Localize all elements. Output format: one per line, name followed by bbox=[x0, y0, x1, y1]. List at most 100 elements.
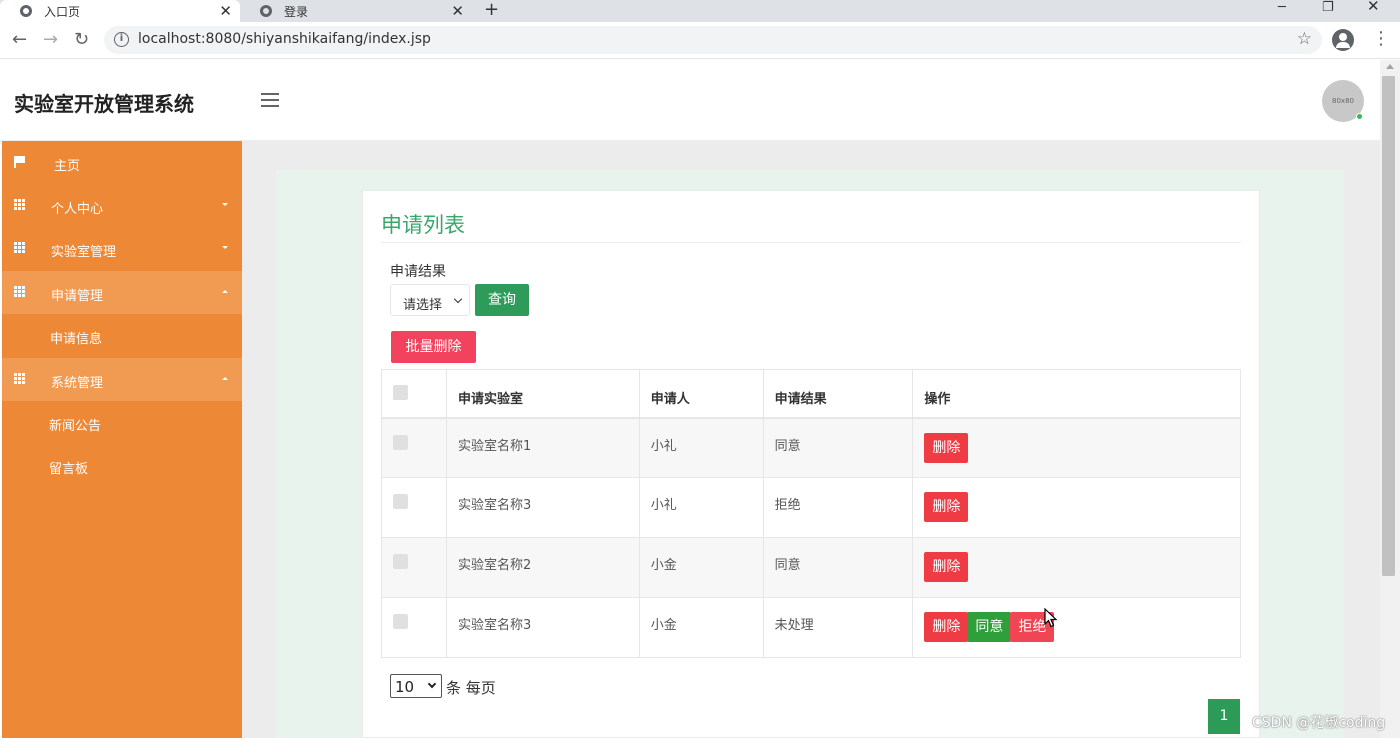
caret-up-icon bbox=[222, 290, 228, 293]
profile-icon[interactable] bbox=[1332, 29, 1354, 51]
mouse-cursor-icon bbox=[1044, 608, 1058, 628]
browser-tab-bar: 入口页 ✕ 登录 ✕ + ─ ❐ ✕ bbox=[0, 0, 1400, 22]
delete-button[interactable]: 删除 bbox=[924, 612, 969, 642]
caret-up-icon bbox=[222, 377, 228, 380]
table-row: 实验室名称3 小礼 拒绝 删除 bbox=[381, 477, 1241, 538]
browser-tab-title: 登录 bbox=[284, 4, 309, 19]
select-all-checkbox[interactable] bbox=[393, 385, 408, 400]
sidebar-item-label: 申请信息 bbox=[50, 332, 103, 347]
row-checkbox[interactable] bbox=[393, 494, 408, 509]
sidebar-subitem-application-info[interactable]: 申请信息 bbox=[2, 314, 242, 357]
app-header: 实验室开放管理系统 80x80 bbox=[0, 60, 1380, 141]
scroll-up-icon[interactable] bbox=[1386, 64, 1394, 69]
sidebar-item-label: 个人中心 bbox=[51, 202, 104, 217]
delete-button[interactable]: 删除 bbox=[924, 492, 969, 522]
table-row: 实验室名称2 小金 同意 删除 bbox=[381, 537, 1241, 598]
application-table: 申请实验室 申请人 申请结果 操作 实验室名称1 小礼 同意 删除 实验室名称3… bbox=[381, 369, 1241, 658]
chevron-down-icon bbox=[453, 294, 463, 304]
page-size-value: 10 bbox=[395, 678, 415, 696]
menu-toggle-icon[interactable] bbox=[261, 93, 279, 107]
new-tab-icon[interactable]: + bbox=[484, 0, 499, 20]
forward-icon[interactable]: → bbox=[43, 30, 58, 50]
result-select[interactable]: 请选择 bbox=[390, 284, 470, 316]
row-checkbox[interactable] bbox=[393, 614, 408, 629]
reload-icon[interactable]: ↻ bbox=[74, 30, 89, 50]
back-icon[interactable]: ← bbox=[12, 30, 27, 50]
sidebar-item-application-management[interactable]: 申请管理 bbox=[2, 271, 242, 314]
sidebar-subitem-message-board[interactable]: 留言板 bbox=[2, 444, 242, 487]
grid-icon bbox=[14, 286, 25, 297]
lab-cell: 实验室名称2 bbox=[445, 537, 640, 598]
sidebar-item-profile[interactable]: 个人中心 bbox=[2, 184, 242, 227]
browser-tab-login[interactable]: 登录 ✕ bbox=[240, 0, 472, 22]
scroll-thumb[interactable] bbox=[1382, 76, 1395, 576]
lab-cell: 实验室名称3 bbox=[445, 477, 640, 538]
avatar-placeholder-text: 80x80 bbox=[1332, 97, 1354, 105]
agree-button[interactable]: 同意 bbox=[967, 612, 1012, 642]
online-status-icon bbox=[1356, 113, 1363, 120]
window-close-icon[interactable]: ✕ bbox=[1367, 0, 1380, 14]
delete-button[interactable]: 删除 bbox=[924, 432, 969, 463]
applicant-cell: 小金 bbox=[638, 597, 764, 658]
filter-label: 申请结果 bbox=[390, 264, 446, 280]
star-icon[interactable]: ☆ bbox=[1297, 29, 1312, 49]
sidebar-subitem-news[interactable]: 新闻公告 bbox=[2, 401, 242, 444]
info-icon[interactable]: i bbox=[114, 32, 129, 47]
lab-cell: 实验室名称1 bbox=[445, 417, 640, 478]
table-row: 实验室名称1 小礼 同意 删除 bbox=[381, 417, 1241, 478]
avatar[interactable]: 80x80 bbox=[1322, 80, 1364, 122]
sidebar-item-label: 主页 bbox=[54, 159, 81, 174]
close-icon[interactable]: ✕ bbox=[451, 0, 464, 22]
query-button[interactable]: 查询 bbox=[475, 284, 529, 316]
table-header-row: 申请实验室 申请人 申请结果 操作 bbox=[381, 369, 1241, 419]
caret-down-icon bbox=[222, 203, 228, 206]
grid-icon bbox=[14, 242, 25, 253]
page-size-select[interactable]: 10 bbox=[390, 674, 442, 698]
select-all-cell bbox=[381, 369, 447, 419]
url-box[interactable]: i localhost:8080/shiyanshikaifang/index.… bbox=[104, 26, 1322, 54]
chevron-down-icon bbox=[427, 679, 437, 689]
result-cell: 未处理 bbox=[762, 597, 914, 658]
grid-icon bbox=[14, 199, 25, 210]
result-cell: 拒绝 bbox=[762, 477, 914, 538]
caret-down-icon bbox=[222, 246, 228, 249]
sidebar-item-label: 留言板 bbox=[49, 462, 89, 477]
sidebar: 主页 个人中心 实验室管理 申请管理 申请信息 系统管理 新闻公告 留言板 bbox=[2, 141, 242, 738]
column-header: 申请结果 bbox=[762, 369, 914, 419]
delete-button[interactable]: 删除 bbox=[924, 552, 969, 582]
url-text[interactable]: localhost:8080/shiyanshikaifang/index.js… bbox=[138, 31, 431, 47]
sidebar-item-label: 申请管理 bbox=[51, 289, 104, 304]
result-select-value: 请选择 bbox=[403, 298, 443, 313]
sidebar-item-lab-management[interactable]: 实验室管理 bbox=[2, 227, 242, 270]
browser-menu-icon[interactable]: ⋮ bbox=[1372, 30, 1390, 48]
restore-icon[interactable]: ❐ bbox=[1322, 1, 1334, 14]
batch-delete-button[interactable]: 批量删除 bbox=[391, 331, 476, 363]
address-bar: ← → ↻ i localhost:8080/shiyanshikaifang/… bbox=[0, 22, 1400, 59]
close-icon[interactable]: ✕ bbox=[219, 0, 232, 22]
applicant-cell: 小礼 bbox=[638, 417, 764, 478]
actions-cell: 删除 同意 拒绝 bbox=[912, 597, 1241, 658]
app-title: 实验室开放管理系统 bbox=[14, 92, 194, 116]
row-checkbox[interactable] bbox=[393, 554, 408, 569]
column-header: 操作 bbox=[912, 369, 1241, 419]
globe-icon bbox=[260, 5, 272, 17]
sidebar-item-label: 实验室管理 bbox=[51, 245, 117, 260]
lab-cell: 实验室名称3 bbox=[445, 597, 640, 658]
applicant-cell: 小礼 bbox=[638, 477, 764, 538]
sidebar-item-home[interactable]: 主页 bbox=[2, 141, 242, 184]
sidebar-item-label: 新闻公告 bbox=[49, 419, 102, 434]
minimize-icon[interactable]: ─ bbox=[1278, 1, 1286, 14]
row-checkbox[interactable] bbox=[393, 434, 408, 450]
applicant-cell: 小金 bbox=[638, 537, 764, 598]
actions-cell: 删除 bbox=[912, 537, 1241, 598]
sidebar-item-system-management[interactable]: 系统管理 bbox=[2, 358, 242, 401]
watermark: CSDN @花椒coding bbox=[1252, 715, 1386, 731]
browser-tab-home[interactable]: 入口页 ✕ bbox=[0, 0, 240, 22]
page-scrollbar[interactable] bbox=[1380, 60, 1400, 738]
actions-cell: 删除 bbox=[912, 417, 1241, 478]
column-header: 申请实验室 bbox=[445, 369, 640, 419]
column-header: 申请人 bbox=[638, 369, 764, 419]
page-title: 申请列表 bbox=[381, 213, 465, 237]
pagination-current-page[interactable]: 1 bbox=[1208, 699, 1240, 734]
title-divider bbox=[381, 242, 1241, 243]
